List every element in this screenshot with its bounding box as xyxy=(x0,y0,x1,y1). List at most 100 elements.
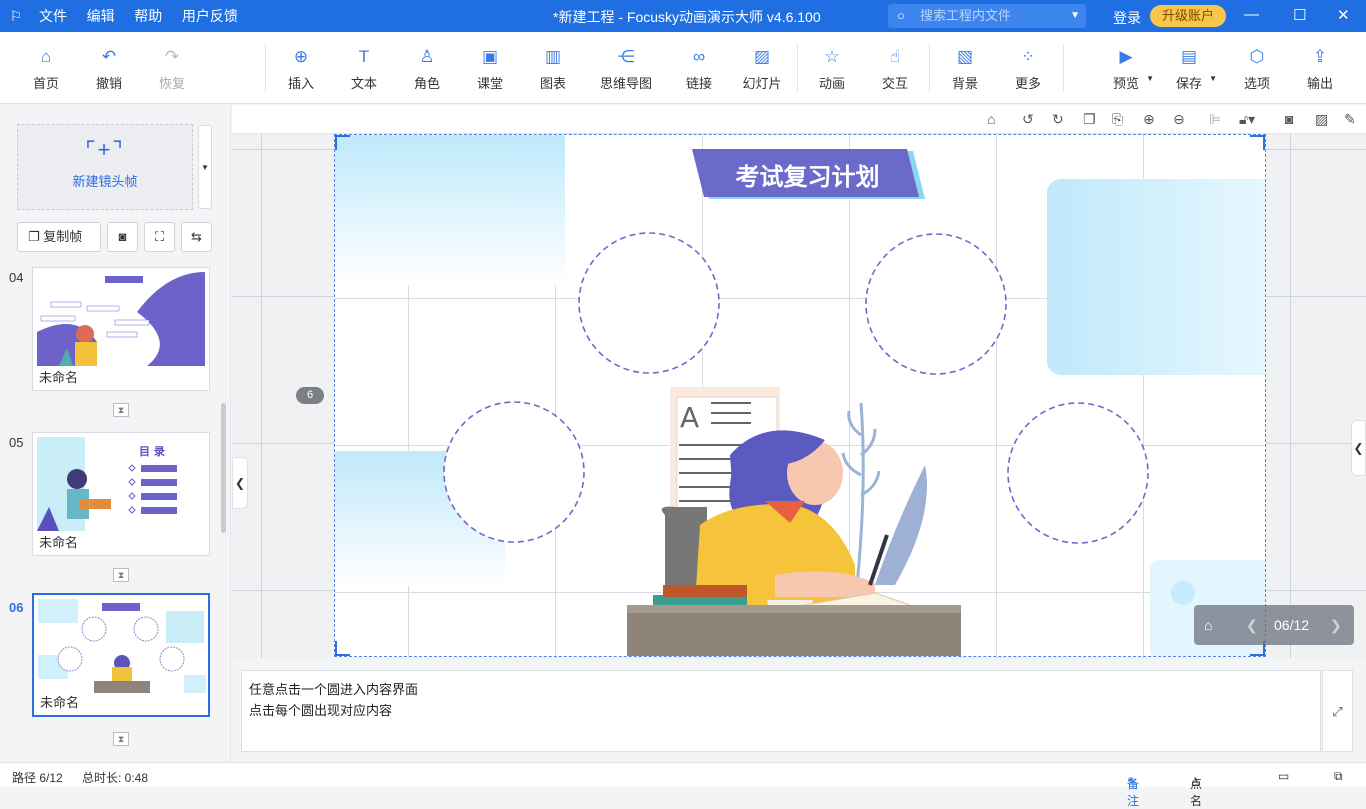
menu-feedback[interactable]: 用户反馈 xyxy=(182,8,238,24)
notes-textarea[interactable]: 任意点击一个圆进入内容界面 点击每个圆出现对应内容 xyxy=(241,670,1321,752)
next-frame-icon[interactable]: ❯ xyxy=(1330,617,1342,634)
path-order-button[interactable]: ⇆ xyxy=(181,222,212,252)
chart-button[interactable]: ▥ 图表 xyxy=(523,46,583,92)
interaction-button[interactable]: ☝ 交互 xyxy=(865,46,925,92)
chevron-down-icon[interactable]: ▼ xyxy=(1209,74,1217,83)
frame-corner-handle[interactable] xyxy=(335,135,350,150)
animation-button[interactable]: ☆ 动画 xyxy=(802,46,862,92)
mindmap-label: 思维导图 xyxy=(599,76,652,91)
menu-help[interactable]: 帮助 xyxy=(134,8,162,24)
toolbar-divider xyxy=(265,44,266,92)
edit-icon[interactable]: ✎ xyxy=(1344,111,1356,128)
slide-thumbnail[interactable]: 目 录 未命名 xyxy=(32,432,210,556)
redo-button[interactable]: ↷ 恢复 xyxy=(142,46,202,92)
notes-toggle-label: 备注 xyxy=(1127,777,1140,808)
undo-button[interactable]: ↶ 撤销 xyxy=(79,46,139,92)
close-icon[interactable]: ✕ xyxy=(1337,6,1350,24)
screen-icon[interactable]: ▭ xyxy=(1278,769,1289,783)
chevron-down-icon[interactable]: ▼ xyxy=(1070,4,1080,28)
folder-icon[interactable]: ⧉ xyxy=(1334,769,1343,784)
toolbar-divider xyxy=(1063,44,1064,92)
slide-thumbnail[interactable]: 未命名 xyxy=(32,267,210,391)
slide-title[interactable]: 考试复习计划 xyxy=(705,157,910,192)
window-title: *新建工程 - Focusky动画演示大师 v4.6.100 xyxy=(553,9,821,25)
character-button[interactable]: ♙ 角色 xyxy=(397,46,457,92)
frame-panel-scrollbar[interactable] xyxy=(221,403,226,533)
classroom-icon: ▣ xyxy=(481,47,499,66)
paste-icon[interactable]: ⎘ xyxy=(1112,111,1123,128)
collapse-right-panel-button[interactable]: ❮ xyxy=(1351,420,1366,476)
preview-button[interactable]: ▶ 预览 ▼ xyxy=(1096,46,1156,92)
menu-edit[interactable]: 编辑 xyxy=(87,8,115,24)
collapse-left-panel-button[interactable]: ❮ xyxy=(232,457,248,509)
transition-icon[interactable]: ⧗ xyxy=(113,568,129,582)
settings-icon: ⬡ xyxy=(1249,47,1265,66)
new-frame-dropdown[interactable]: ▼ xyxy=(198,125,212,209)
home-view-icon[interactable]: ⌂ xyxy=(987,111,995,127)
chevron-down-icon[interactable]: ▼ xyxy=(1146,74,1154,83)
new-frame-button[interactable]: ⌜+⌝ 新建镜头帧 xyxy=(17,124,193,210)
chevron-left-icon: ❮ xyxy=(234,476,246,490)
frame-corner-handle[interactable] xyxy=(335,641,350,656)
project-search-input[interactable]: ○ 搜索工程内文件 ▼ xyxy=(888,4,1086,28)
options-label: 选项 xyxy=(1243,76,1270,91)
main-toolbar: ⌂ 首页 ↶ 撤销 ↷ 恢复 ⊕ 插入 T 文本 ♙ 角色 ▣ 课堂 ▥ 图表 ⋲ 思维导图 ∞ 链… xyxy=(0,32,1366,104)
home-button[interactable]: ⌂ 首页 xyxy=(16,46,76,92)
options-button[interactable]: ⬡ 选项 xyxy=(1227,46,1287,92)
expand-notes-button[interactable]: ⤢ xyxy=(1322,670,1353,752)
text-button[interactable]: T 文本 xyxy=(334,46,394,92)
slide-artwork: A xyxy=(335,135,1265,656)
more-label: 更多 xyxy=(1014,76,1041,91)
save-button[interactable]: ▤ 保存 ▼ xyxy=(1159,46,1219,92)
camera-button[interactable]: ◙ xyxy=(107,222,138,252)
align-icon[interactable]: ⊫ xyxy=(1209,111,1221,128)
path-icon: ⇆ xyxy=(191,229,202,244)
chart-label: 图表 xyxy=(539,76,566,91)
insert-button[interactable]: ⊕ 插入 xyxy=(271,46,331,92)
menu-bar: 文件 编辑 帮助 用户反馈 xyxy=(39,6,254,26)
link-label: 链接 xyxy=(685,76,712,91)
slide-number: 06 xyxy=(9,600,24,615)
transition-icon[interactable]: ⧗ xyxy=(113,732,129,746)
zoom-in-icon[interactable]: ⊕ xyxy=(1143,111,1155,128)
classroom-button[interactable]: ▣ 课堂 xyxy=(460,46,520,92)
slide-number: 04 xyxy=(9,270,24,285)
menu-file[interactable]: 文件 xyxy=(39,8,67,24)
lock-icon[interactable]: 🔓︎▾ xyxy=(1239,111,1255,128)
save-icon: ▤ xyxy=(1180,47,1198,66)
notes-panel: 任意点击一个圆进入内容界面 点击每个圆出现对应内容 ⤢ xyxy=(232,658,1366,762)
new-frame-label: 新建镜头帧 xyxy=(72,174,138,189)
copy-icon[interactable]: ❐ xyxy=(1083,111,1096,128)
expand-icon: ⤢ xyxy=(1332,704,1343,719)
slideshow-label: 幻灯片 xyxy=(742,76,782,91)
export-button[interactable]: ⇪ 输出 xyxy=(1290,46,1350,92)
camera-icon[interactable]: ◙ xyxy=(1285,111,1293,127)
rotate-right-icon[interactable]: ↻ xyxy=(1052,111,1064,128)
frame-corner-handle[interactable] xyxy=(1250,135,1265,150)
slideshow-button[interactable]: ▨ 幻灯片 xyxy=(732,46,792,92)
fit-frame-button[interactable]: ⛶ xyxy=(144,222,175,252)
maximize-icon[interactable]: ☐ xyxy=(1293,6,1306,24)
more-button[interactable]: ⁘ 更多 xyxy=(998,46,1058,92)
login-link[interactable]: 登录 xyxy=(1113,8,1141,28)
redo-label: 恢复 xyxy=(158,76,185,91)
export-label: 输出 xyxy=(1306,76,1333,91)
mindmap-button[interactable]: ⋲ 思维导图 xyxy=(596,46,656,92)
title-bar: ⚐ 文件 编辑 帮助 用户反馈 *新建工程 - Focusky动画演示大师 v4… xyxy=(0,0,1366,32)
search-icon: ○ xyxy=(897,8,905,23)
upgrade-account-button[interactable]: 升级账户 xyxy=(1150,5,1226,27)
prev-frame-icon[interactable]: ❮ xyxy=(1246,617,1258,634)
slide-frame[interactable]: A 考试复习计划 xyxy=(334,134,1266,657)
zoom-out-icon[interactable]: ⊖ xyxy=(1173,111,1185,128)
background-button[interactable]: ▧ 背景 xyxy=(935,46,995,92)
plus-circle-icon: ⊕ xyxy=(293,47,309,66)
rotate-left-icon[interactable]: ↺ xyxy=(1022,111,1034,128)
home-icon[interactable]: ⌂ xyxy=(1204,617,1212,633)
transition-icon[interactable]: ⧗ xyxy=(113,403,129,417)
minimize-icon[interactable]: — xyxy=(1244,6,1259,23)
link-button[interactable]: ∞ 链接 xyxy=(669,46,729,92)
copy-frame-button[interactable]: ❐ 复制帧 xyxy=(17,222,101,252)
interaction-label: 交互 xyxy=(881,76,908,91)
slide-thumbnail-active[interactable]: 未命名 xyxy=(32,593,210,717)
image-settings-icon[interactable]: ▨ xyxy=(1315,111,1328,128)
